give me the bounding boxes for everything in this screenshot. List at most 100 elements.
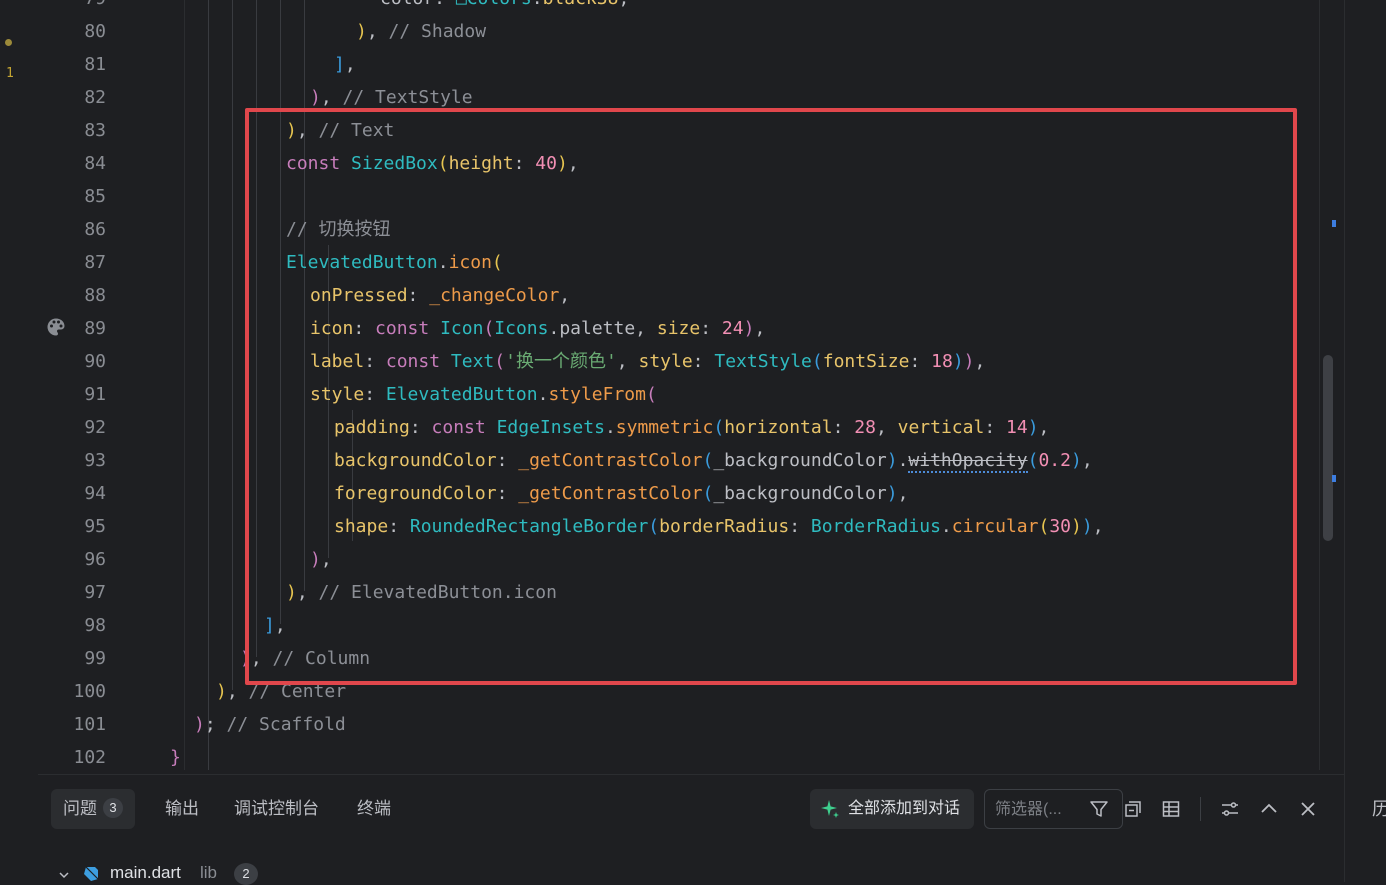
code-token: : <box>700 318 722 339</box>
code-line: 80), // Shadow <box>38 15 1338 48</box>
close-icon[interactable] <box>1298 799 1318 819</box>
line-number: 96 <box>84 549 106 570</box>
code-text: ), <box>310 543 332 576</box>
code-text: ); // Scaffold <box>194 708 346 741</box>
filter-input[interactable] <box>993 798 1085 822</box>
code-line: 99), // Column <box>38 642 1338 675</box>
code-line: 82), // TextStyle <box>38 81 1338 114</box>
line-number: 82 <box>84 87 106 108</box>
line-number: 90 <box>84 351 106 372</box>
code-token: color: <box>380 0 456 9</box>
code-token: // Scaffold <box>226 714 346 735</box>
code-token: ) <box>1071 516 1082 537</box>
code-token: // Column <box>272 648 371 669</box>
code-token: size <box>656 318 701 339</box>
code-line: 96), <box>38 543 1338 576</box>
code-token: : <box>513 153 536 174</box>
code-token: 18 <box>931 351 953 372</box>
code-token: , <box>635 318 657 339</box>
code-line: 90 label: const Text('换一个颜色', style: Text… <box>38 345 1338 378</box>
line-number: 83 <box>84 120 106 141</box>
line-number: 81 <box>84 54 106 75</box>
chevron-up-icon[interactable] <box>1259 799 1279 819</box>
code-token: // Shadow <box>388 21 487 42</box>
code-text: } <box>170 741 181 770</box>
collapse-all-icon[interactable] <box>1123 799 1143 819</box>
code-token: const <box>431 417 497 438</box>
problems-badge: 3 <box>103 797 123 818</box>
code-token: icon <box>448 252 492 273</box>
line-number: 101 <box>73 714 106 735</box>
code-token: // Center <box>248 681 347 702</box>
tab-debug-console[interactable]: 调试控制台 <box>234 789 319 829</box>
code-token: : <box>789 516 811 537</box>
code-text: const SizedBox(height: 40), <box>286 147 579 180</box>
code-token: const <box>375 318 441 339</box>
problem-count-indicator: 1 <box>6 66 14 81</box>
scrollbar-thumb[interactable] <box>1323 355 1333 541</box>
line-number: 93 <box>84 450 106 471</box>
code-token: vertical <box>897 417 985 438</box>
code-token: ) <box>240 648 251 669</box>
modified-indicator <box>5 39 12 46</box>
filter-box[interactable] <box>984 789 1123 829</box>
code-token: horizontal <box>724 417 833 438</box>
code-line: 87 ElevatedButton.icon( <box>38 246 1338 279</box>
tab-problems[interactable]: 问题 3 <box>51 789 135 829</box>
code-token: withOpacity <box>908 450 1028 473</box>
tab-output[interactable]: 输出 <box>165 789 199 829</box>
code-token: _getContrastColor <box>518 450 703 471</box>
settings-sliders-icon[interactable] <box>1220 799 1240 819</box>
filter-icon[interactable] <box>1089 799 1109 819</box>
code-line: 81], <box>38 48 1338 81</box>
code-token: style <box>310 384 365 405</box>
chevron-down-icon[interactable] <box>58 869 70 881</box>
code-editor[interactable]: 79color: □Colors.black38,80), // Shadow8… <box>38 0 1344 770</box>
line-number: 79 <box>38 0 106 15</box>
code-text: ], <box>334 48 356 81</box>
code-token: : <box>409 417 432 438</box>
code-token: Text <box>450 351 495 372</box>
code-token: : <box>388 516 410 537</box>
code-token: RoundedRectangleBorder <box>409 516 649 537</box>
code-text: style: ElevatedButton.styleFrom( <box>310 378 657 411</box>
add-all-to-chat-button[interactable]: 全部添加到对话 <box>810 789 974 829</box>
code-text: ), // Center <box>216 675 346 708</box>
code-token: ) <box>310 549 321 570</box>
code-token: // TextStyle <box>342 87 473 108</box>
code-text: ), // Shadow <box>356 15 486 48</box>
code-token: , <box>974 351 986 372</box>
code-token: styleFrom <box>548 384 646 405</box>
code-token: , <box>1081 450 1093 471</box>
code-token: Colors <box>467 0 532 9</box>
line-number: 87 <box>84 252 106 273</box>
code-token: : <box>353 318 376 339</box>
code-text: icon: const Icon(Icons.palette, size: 24… <box>310 312 765 345</box>
code-token: ElevatedButton <box>286 252 438 273</box>
code-token: , <box>320 549 332 570</box>
code-token: : <box>832 417 855 438</box>
code-token: label <box>310 351 365 372</box>
code-line: 89 icon: const Icon(Icons.palette, size: … <box>38 312 1338 345</box>
code-token: Icons <box>494 318 549 339</box>
bottom-panel: 问题 3 输出 调试控制台 终端 全部添加到对话 筛选器(... main.da… <box>38 774 1344 885</box>
code-token: BorderRadius <box>810 516 941 537</box>
code-text: color: □Colors.black38, <box>380 0 629 15</box>
code-token: ( <box>645 384 657 405</box>
code-token: , <box>226 681 249 702</box>
code-token: ) <box>194 714 205 735</box>
line-number: 102 <box>73 747 106 768</box>
code-token: ) <box>963 351 975 372</box>
line-number: 97 <box>84 582 106 603</box>
code-token: ) <box>356 21 367 42</box>
tab-terminal[interactable]: 终端 <box>357 789 391 829</box>
code-token: ( <box>702 450 714 471</box>
line-number: 95 <box>84 516 106 537</box>
code-line: 83), // Text <box>38 114 1338 147</box>
table-view-icon[interactable] <box>1161 799 1181 819</box>
code-token: ) <box>1070 450 1082 471</box>
code-token: : <box>496 450 519 471</box>
code-line: 100), // Center <box>38 675 1338 708</box>
code-token: , <box>567 153 579 174</box>
palette-icon[interactable] <box>46 317 66 337</box>
